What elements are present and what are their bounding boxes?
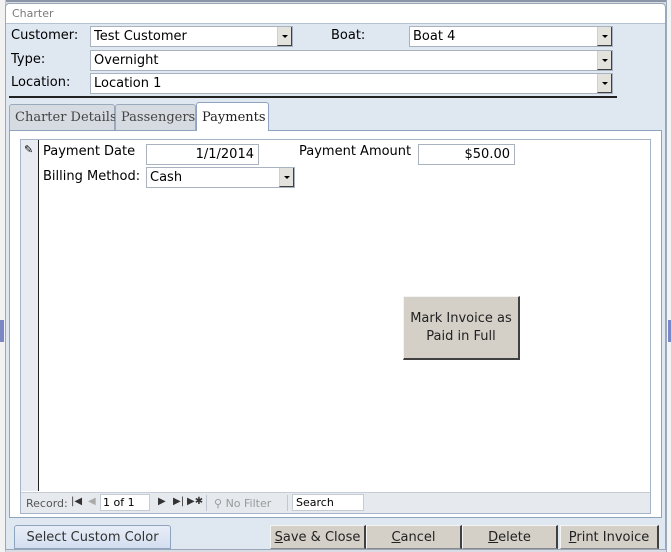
tab-payments[interactable]: Payments [196, 102, 269, 131]
customer-combo[interactable]: Test Customer [90, 26, 293, 47]
print-label: rint Invoice [576, 530, 650, 545]
no-filter-label: No Filter [225, 497, 272, 510]
background-selection-marker [0, 320, 4, 342]
first-record-icon[interactable]: |◀ [71, 496, 82, 507]
filter-icon: ⚲ [214, 497, 226, 510]
save-accel: S [274, 530, 283, 545]
chevron-down-icon[interactable] [279, 168, 294, 187]
mark-paid-line1: Mark Invoice as [410, 311, 512, 326]
charter-form-window: Charter Customer: Test Customer Boat: Bo… [5, 3, 666, 550]
delete-label: elete [498, 530, 531, 545]
cancel-button[interactable]: Cancel [366, 525, 462, 549]
location-combo[interactable]: Location 1 [90, 73, 613, 94]
next-record-icon[interactable]: ▶ [158, 496, 166, 507]
nav-separator [206, 495, 207, 511]
billing-method-combo[interactable]: Cash [146, 167, 295, 188]
customer-value: Test Customer [94, 29, 187, 44]
payments-subform: ✎ Payment Date 1/1/2014 Payment Amount $… [20, 139, 651, 514]
mark-invoice-paid-button[interactable]: Mark Invoice as Paid in Full [403, 296, 520, 360]
search-input[interactable]: Search [292, 494, 364, 511]
billing-method-value: Cash [150, 170, 183, 185]
boat-label: Boat: [331, 28, 366, 43]
mark-paid-line2: Paid in Full [426, 329, 496, 344]
last-record-icon[interactable]: ▶| [173, 496, 184, 507]
background-window-right [666, 0, 671, 552]
new-record-icon[interactable]: ▶✱ [187, 496, 203, 507]
no-filter-button[interactable]: ⚲ No Filter [214, 497, 271, 510]
type-combo[interactable]: Overnight [90, 50, 613, 71]
payment-date-field[interactable]: 1/1/2014 [146, 144, 259, 165]
delete-accel: D [488, 530, 499, 545]
payment-amount-field[interactable]: $50.00 [418, 144, 515, 165]
current-record-input[interactable]: 1 of 1 [100, 494, 150, 511]
record-navigation-bar: Record: |◀ ◀ 1 of 1 ▶ ▶| ▶✱ ⚲ No Filter … [21, 492, 650, 513]
location-label: Location: [11, 75, 71, 90]
boat-combo[interactable]: Boat 4 [409, 26, 613, 47]
type-label: Type: [11, 52, 46, 67]
print-invoice-button[interactable]: Print Invoice [560, 525, 659, 549]
type-value: Overnight [94, 53, 159, 68]
header-divider [9, 96, 617, 98]
payments-tab-panel: ✎ Payment Date 1/1/2014 Payment Amount $… [9, 130, 662, 518]
location-value: Location 1 [94, 76, 162, 91]
cancel-label: ancel [400, 530, 436, 545]
tab-charter-details[interactable]: Charter Details [9, 104, 117, 130]
select-custom-color-button[interactable]: Select Custom Color [14, 525, 171, 549]
payment-date-label: Payment Date [43, 144, 136, 159]
billing-method-label: Billing Method: [43, 169, 141, 184]
chevron-down-icon[interactable] [277, 27, 292, 46]
record-selector[interactable]: ✎ [21, 140, 39, 491]
record-label: Record: [26, 497, 68, 510]
tab-passengers[interactable]: Passengers [115, 104, 196, 130]
boat-value: Boat 4 [413, 29, 456, 44]
save-label: ave & Close [282, 530, 361, 545]
chevron-down-icon[interactable] [597, 27, 612, 46]
nav-separator [287, 495, 288, 511]
window-title: Charter [12, 7, 54, 20]
customer-label: Customer: [11, 28, 79, 43]
save-close-button[interactable]: Save & Close [270, 525, 366, 549]
previous-record-icon[interactable]: ◀ [88, 496, 96, 507]
background-window-edge [0, 0, 671, 2]
title-bar: Charter [6, 4, 665, 24]
chevron-down-icon[interactable] [597, 51, 612, 70]
delete-button[interactable]: Delete [462, 525, 558, 549]
payment-amount-label: Payment Amount [299, 144, 412, 159]
pencil-edit-icon: ✎ [24, 143, 34, 156]
cancel-accel: C [391, 530, 401, 545]
chevron-down-icon[interactable] [597, 74, 612, 93]
